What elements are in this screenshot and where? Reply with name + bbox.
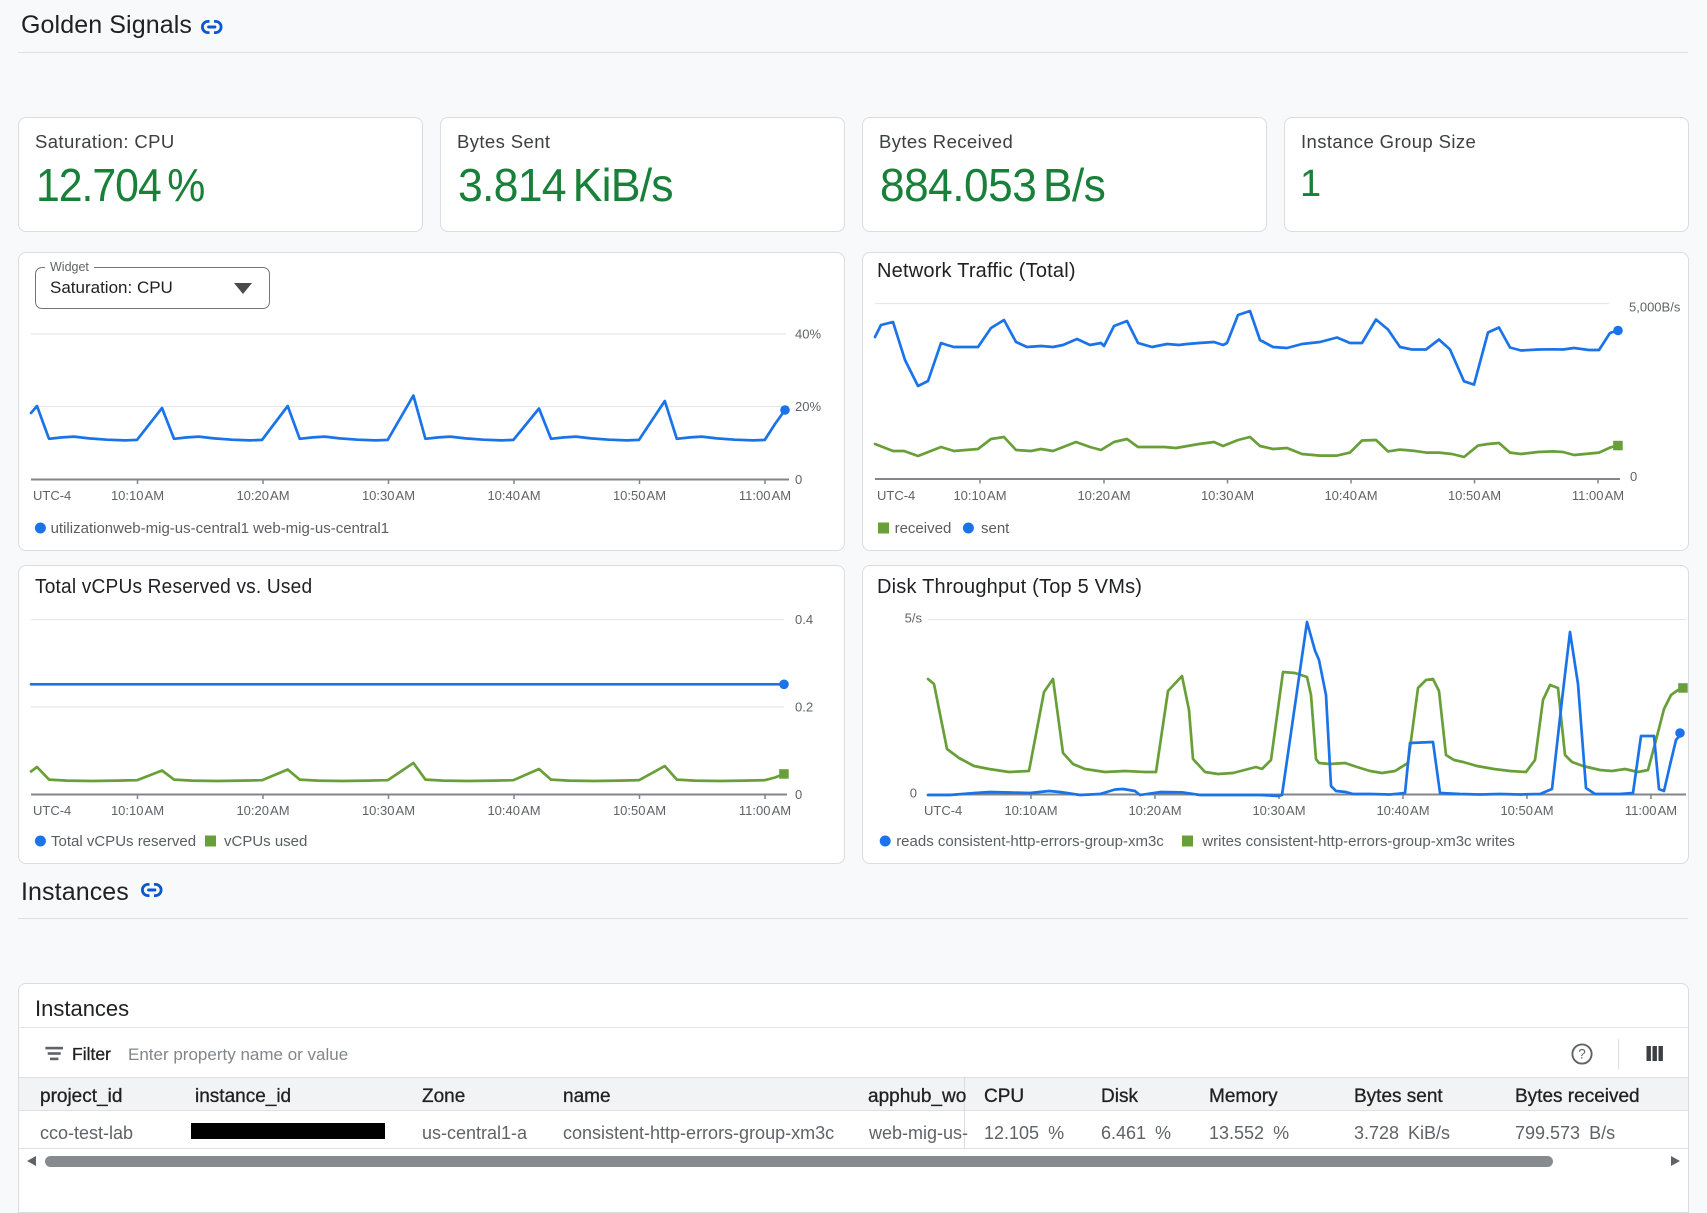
svg-text:11:00 AM: 11:00 AM <box>1625 803 1677 818</box>
svg-text:5/s: 5/s <box>905 611 923 626</box>
svg-text:10:30 AM: 10:30 AM <box>1201 488 1254 503</box>
svg-text:10:30 AM: 10:30 AM <box>362 803 415 818</box>
svg-text:10:50 AM: 10:50 AM <box>1500 803 1553 818</box>
svg-text:10:50 AM: 10:50 AM <box>1448 488 1501 503</box>
svg-text:10:20 AM: 10:20 AM <box>236 488 289 503</box>
svg-text:10:20 AM: 10:20 AM <box>236 803 289 818</box>
svg-text:20%: 20% <box>795 399 821 414</box>
svg-text:writes consistent-http-errors-: writes consistent-http-errors-group-xm3c… <box>1201 833 1515 850</box>
svg-text:reads consistent-http-errors-g: reads consistent-http-errors-group-xm3c <box>896 833 1164 850</box>
svg-text:0: 0 <box>1630 469 1637 484</box>
svg-text:10:10 AM: 10:10 AM <box>1004 803 1057 818</box>
svg-text:?: ? <box>1578 1046 1586 1061</box>
svg-text:utilizationweb-mig-us-central1: utilizationweb-mig-us-central1 web-mig-u… <box>51 520 389 537</box>
svg-text:UTC-4: UTC-4 <box>877 488 915 503</box>
svg-text:0: 0 <box>795 472 802 487</box>
svg-text:10:30 AM: 10:30 AM <box>1252 803 1305 818</box>
svg-text:10:20 AM: 10:20 AM <box>1077 488 1130 503</box>
svg-text:10:10 AM: 10:10 AM <box>111 488 164 503</box>
svg-text:sent: sent <box>981 520 1010 537</box>
svg-text:11:00 AM: 11:00 AM <box>1572 488 1624 503</box>
svg-text:10:40 AM: 10:40 AM <box>1324 488 1377 503</box>
svg-text:10:10 AM: 10:10 AM <box>953 488 1006 503</box>
svg-text:10:50 AM: 10:50 AM <box>613 488 666 503</box>
svg-text:UTC-4: UTC-4 <box>33 803 71 818</box>
svg-text:received: received <box>895 520 952 537</box>
svg-text:10:30 AM: 10:30 AM <box>362 488 415 503</box>
svg-text:vCPUs used: vCPUs used <box>224 833 307 850</box>
svg-text:0: 0 <box>795 787 802 802</box>
svg-text:UTC-4: UTC-4 <box>924 803 962 818</box>
svg-text:0.2: 0.2 <box>795 700 813 715</box>
svg-text:10:40 AM: 10:40 AM <box>1376 803 1429 818</box>
svg-text:11:00 AM: 11:00 AM <box>739 803 791 818</box>
svg-text:5,000B/s: 5,000B/s <box>1629 300 1681 315</box>
svg-text:10:50 AM: 10:50 AM <box>613 803 666 818</box>
svg-text:10:20 AM: 10:20 AM <box>1128 803 1181 818</box>
svg-text:0.4: 0.4 <box>795 612 813 627</box>
svg-text:10:40 AM: 10:40 AM <box>487 803 540 818</box>
svg-text:10:10 AM: 10:10 AM <box>111 803 164 818</box>
svg-text:0: 0 <box>910 786 917 801</box>
svg-text:10:40 AM: 10:40 AM <box>487 488 540 503</box>
svg-text:Total vCPUs reserved: Total vCPUs reserved <box>51 833 196 850</box>
svg-text:40%: 40% <box>795 327 821 342</box>
svg-text:UTC-4: UTC-4 <box>33 488 71 503</box>
svg-text:11:00 AM: 11:00 AM <box>739 488 791 503</box>
